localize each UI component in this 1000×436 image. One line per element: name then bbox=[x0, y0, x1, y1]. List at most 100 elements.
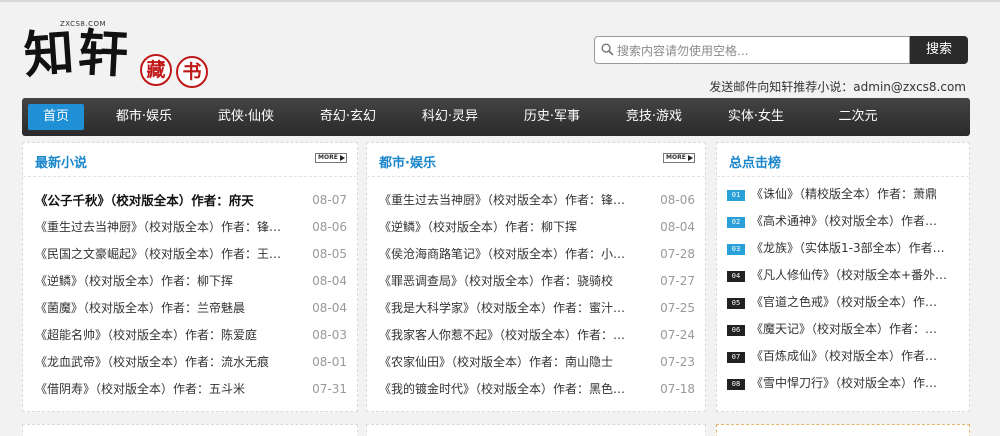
top-border bbox=[0, 0, 1000, 2]
nav-item-fantasy[interactable]: 奇幻·玄幻 bbox=[308, 98, 388, 136]
list-item[interactable]: 《逆鳞》（校对版全本）作者：柳下挥 08-04 bbox=[35, 268, 347, 295]
list-item[interactable]: 《借阴寿》（校对版全本）作者：五斗米 07-31 bbox=[35, 376, 347, 403]
site-logo[interactable]: ZXCS8.COM 知 轩 藏 书 bbox=[21, 16, 224, 96]
panel-title: 总点击榜 bbox=[729, 156, 782, 171]
novel-title[interactable]: 《逆鳞》（校对版全本）作者：柳下挥 bbox=[35, 268, 299, 295]
nav-item-history[interactable]: 历史·军事 bbox=[512, 98, 592, 136]
novel-title[interactable]: 《龙血武帝》（校对版全本）作者：流水无痕 bbox=[35, 349, 299, 376]
rank-number-badge: 02 bbox=[727, 217, 745, 228]
novel-title[interactable]: 《逆鳞》（校对版全本）作者：柳下挥 bbox=[379, 214, 647, 241]
more-button[interactable]: MORE bbox=[315, 153, 347, 163]
novel-title[interactable]: 《我家客人你惹不起》（校对版全本）作者：… bbox=[379, 322, 647, 349]
nav-item-urban[interactable]: 都市·娱乐 bbox=[104, 98, 184, 136]
logo-char-1: 知 bbox=[21, 22, 76, 85]
novel-title[interactable]: 《百炼成仙》（校对版全本）作者… bbox=[751, 343, 961, 370]
rank-item[interactable]: 05 《官道之色戒》（校对版全本）作… bbox=[727, 289, 961, 316]
novel-title[interactable]: 《农家仙田》（校对版全本）作者：南山隐士 bbox=[379, 349, 647, 376]
novel-title[interactable]: 《民国之文豪崛起》（校对版全本）作者：王… bbox=[35, 241, 299, 268]
rank-item[interactable]: 01 《诛仙》（精校版全本）作者：萧鼎 bbox=[727, 181, 961, 208]
list-item[interactable]: 《农家仙田》（校对版全本）作者：南山隐士 07-23 bbox=[379, 349, 695, 376]
lower-panel-right bbox=[716, 424, 970, 436]
panel-header: 总点击榜 bbox=[717, 143, 969, 177]
nav-item-home[interactable]: 首页 bbox=[28, 104, 84, 130]
rank-item[interactable]: 06 《魔天记》（校对版全本）作者：… bbox=[727, 316, 961, 343]
novel-title[interactable]: 《菌魔》（校对版全本）作者：兰帝魅晨 bbox=[35, 295, 299, 322]
list-item[interactable]: 《菌魔》（校对版全本）作者：兰帝魅晨 08-04 bbox=[35, 295, 347, 322]
more-button[interactable]: MORE bbox=[663, 153, 695, 163]
rank-number-badge: 01 bbox=[727, 190, 745, 201]
novel-title[interactable]: 《魔天记》（校对版全本）作者：… bbox=[751, 316, 961, 343]
nav-item-anime[interactable]: 二次元 bbox=[818, 98, 898, 136]
novel-title[interactable]: 《重生过去当神厨》（校对版全本）作者：锋… bbox=[379, 187, 647, 214]
novel-title[interactable]: 《我是大科学家》（校对版全本）作者：蜜汁… bbox=[379, 295, 647, 322]
search-icon bbox=[601, 43, 614, 56]
lower-panel-left bbox=[22, 424, 358, 436]
list-item[interactable]: 《超能名帅》（校对版全本）作者：陈爱庭 08-03 bbox=[35, 322, 347, 349]
novel-date: 08-05 bbox=[312, 247, 347, 261]
logo-seal-2: 书 bbox=[176, 56, 208, 88]
list-item[interactable]: 《我的镀金时代》（校对版全本）作者：黑色… 07-18 bbox=[379, 376, 695, 403]
nav-item-games[interactable]: 竞技·游戏 bbox=[614, 98, 694, 136]
list-item[interactable]: 《重生过去当神厨》（校对版全本）作者：锋… 08-06 bbox=[379, 187, 695, 214]
novel-date: 07-24 bbox=[660, 328, 695, 342]
rank-number-badge: 05 bbox=[727, 298, 745, 309]
list-item[interactable]: 《侯沧海商路笔记》（校对版全本）作者：小… 07-28 bbox=[379, 241, 695, 268]
nav-item-wuxia[interactable]: 武侠·仙侠 bbox=[206, 98, 286, 136]
list-item[interactable]: 《重生过去当神厨》（校对版全本）作者：锋… 08-06 bbox=[35, 214, 347, 241]
logo-char-2: 轩 bbox=[76, 22, 130, 85]
rank-item[interactable]: 02 《高术通神》（校对版全本）作者… bbox=[727, 208, 961, 235]
lower-panel-middle bbox=[366, 424, 706, 436]
nav-item-scifi[interactable]: 科幻·灵异 bbox=[410, 98, 490, 136]
panel-title[interactable]: 最新小说 bbox=[35, 152, 87, 171]
novel-title[interactable]: 《公子千秋》（校对版全本）作者：府天 bbox=[35, 187, 299, 214]
rank-number-badge: 08 bbox=[727, 379, 745, 390]
novel-title[interactable]: 《罪恶调查局》（校对版全本）作者：骁骑校 bbox=[379, 268, 647, 295]
urban-novels-panel: 都市·娱乐 MORE 《重生过去当神厨》（校对版全本）作者：锋… 08-06 《逆… bbox=[366, 142, 706, 412]
novel-date: 08-04 bbox=[660, 220, 695, 234]
rank-item[interactable]: 04 《凡人修仙传》（校对版全本+番外… bbox=[727, 262, 961, 289]
novel-title[interactable]: 《借阴寿》（校对版全本）作者：五斗米 bbox=[35, 376, 299, 403]
novel-title[interactable]: 《重生过去当神厨》（校对版全本）作者：锋… bbox=[35, 214, 299, 241]
rank-item[interactable]: 03 《龙族》（实体版1-3部全本）作者… bbox=[727, 235, 961, 262]
nav-item-physical[interactable]: 实体·女生 bbox=[716, 98, 796, 136]
novel-title[interactable]: 《龙族》（实体版1-3部全本）作者… bbox=[751, 235, 961, 262]
search-bar: 搜索 bbox=[594, 36, 968, 64]
search-box bbox=[594, 36, 910, 64]
panel-header: 最新小说 MORE bbox=[23, 143, 357, 177]
panel-title[interactable]: 都市·娱乐 bbox=[379, 152, 436, 171]
novel-title[interactable]: 《官道之色戒》（校对版全本）作… bbox=[751, 289, 961, 316]
novel-date: 08-07 bbox=[312, 193, 347, 207]
novel-date: 07-25 bbox=[660, 301, 695, 315]
rank-item[interactable]: 07 《百炼成仙》（校对版全本）作者… bbox=[727, 343, 961, 370]
list-item[interactable]: 《龙血武帝》（校对版全本）作者：流水无痕 08-01 bbox=[35, 349, 347, 376]
novel-date: 08-04 bbox=[312, 274, 347, 288]
novel-title[interactable]: 《我的镀金时代》（校对版全本）作者：黑色… bbox=[379, 376, 647, 403]
novel-date: 07-31 bbox=[312, 382, 347, 396]
novel-title[interactable]: 《诛仙》（精校版全本）作者：萧鼎 bbox=[751, 181, 961, 208]
novel-date: 08-06 bbox=[660, 193, 695, 207]
list-item[interactable]: 《民国之文豪崛起》（校对版全本）作者：王… 08-05 bbox=[35, 241, 347, 268]
search-input[interactable] bbox=[617, 41, 903, 61]
list-item[interactable]: 《我是大科学家》（校对版全本）作者：蜜汁… 07-25 bbox=[379, 295, 695, 322]
novel-title[interactable]: 《凡人修仙传》（校对版全本+番外… bbox=[751, 262, 961, 289]
novel-title[interactable]: 《高术通神》（校对版全本）作者… bbox=[751, 208, 961, 235]
novel-title[interactable]: 《侯沧海商路笔记》（校对版全本）作者：小… bbox=[379, 241, 647, 268]
list-item[interactable]: 《罪恶调查局》（校对版全本）作者：骁骑校 07-27 bbox=[379, 268, 695, 295]
rank-item[interactable]: 08 《雪中悍刀行》（校对版全本）作… bbox=[727, 370, 961, 397]
novel-list: 《公子千秋》（校对版全本）作者：府天 08-07 《重生过去当神厨》（校对版全本）… bbox=[35, 187, 347, 403]
novel-date: 08-04 bbox=[312, 301, 347, 315]
rank-number-badge: 03 bbox=[727, 244, 745, 255]
novel-date: 07-18 bbox=[660, 382, 695, 396]
novel-date: 08-06 bbox=[312, 220, 347, 234]
novel-date: 08-01 bbox=[312, 355, 347, 369]
novel-date: 08-03 bbox=[312, 328, 347, 342]
recommend-email-text: 发送邮件向知轩推荐小说：admin@zxcs8.com bbox=[709, 80, 966, 94]
latest-novels-panel: 最新小说 MORE 《公子千秋》（校对版全本）作者：府天 08-07 《重生过去当… bbox=[22, 142, 358, 412]
list-item[interactable]: 《逆鳞》（校对版全本）作者：柳下挥 08-04 bbox=[379, 214, 695, 241]
list-item[interactable]: 《我家客人你惹不起》（校对版全本）作者：… 07-24 bbox=[379, 322, 695, 349]
rank-number-badge: 04 bbox=[727, 271, 745, 282]
list-item[interactable]: 《公子千秋》（校对版全本）作者：府天 08-07 bbox=[35, 187, 347, 214]
novel-title[interactable]: 《雪中悍刀行》（校对版全本）作… bbox=[751, 370, 961, 397]
novel-title[interactable]: 《超能名帅》（校对版全本）作者：陈爱庭 bbox=[35, 322, 299, 349]
search-button[interactable]: 搜索 bbox=[910, 36, 968, 64]
